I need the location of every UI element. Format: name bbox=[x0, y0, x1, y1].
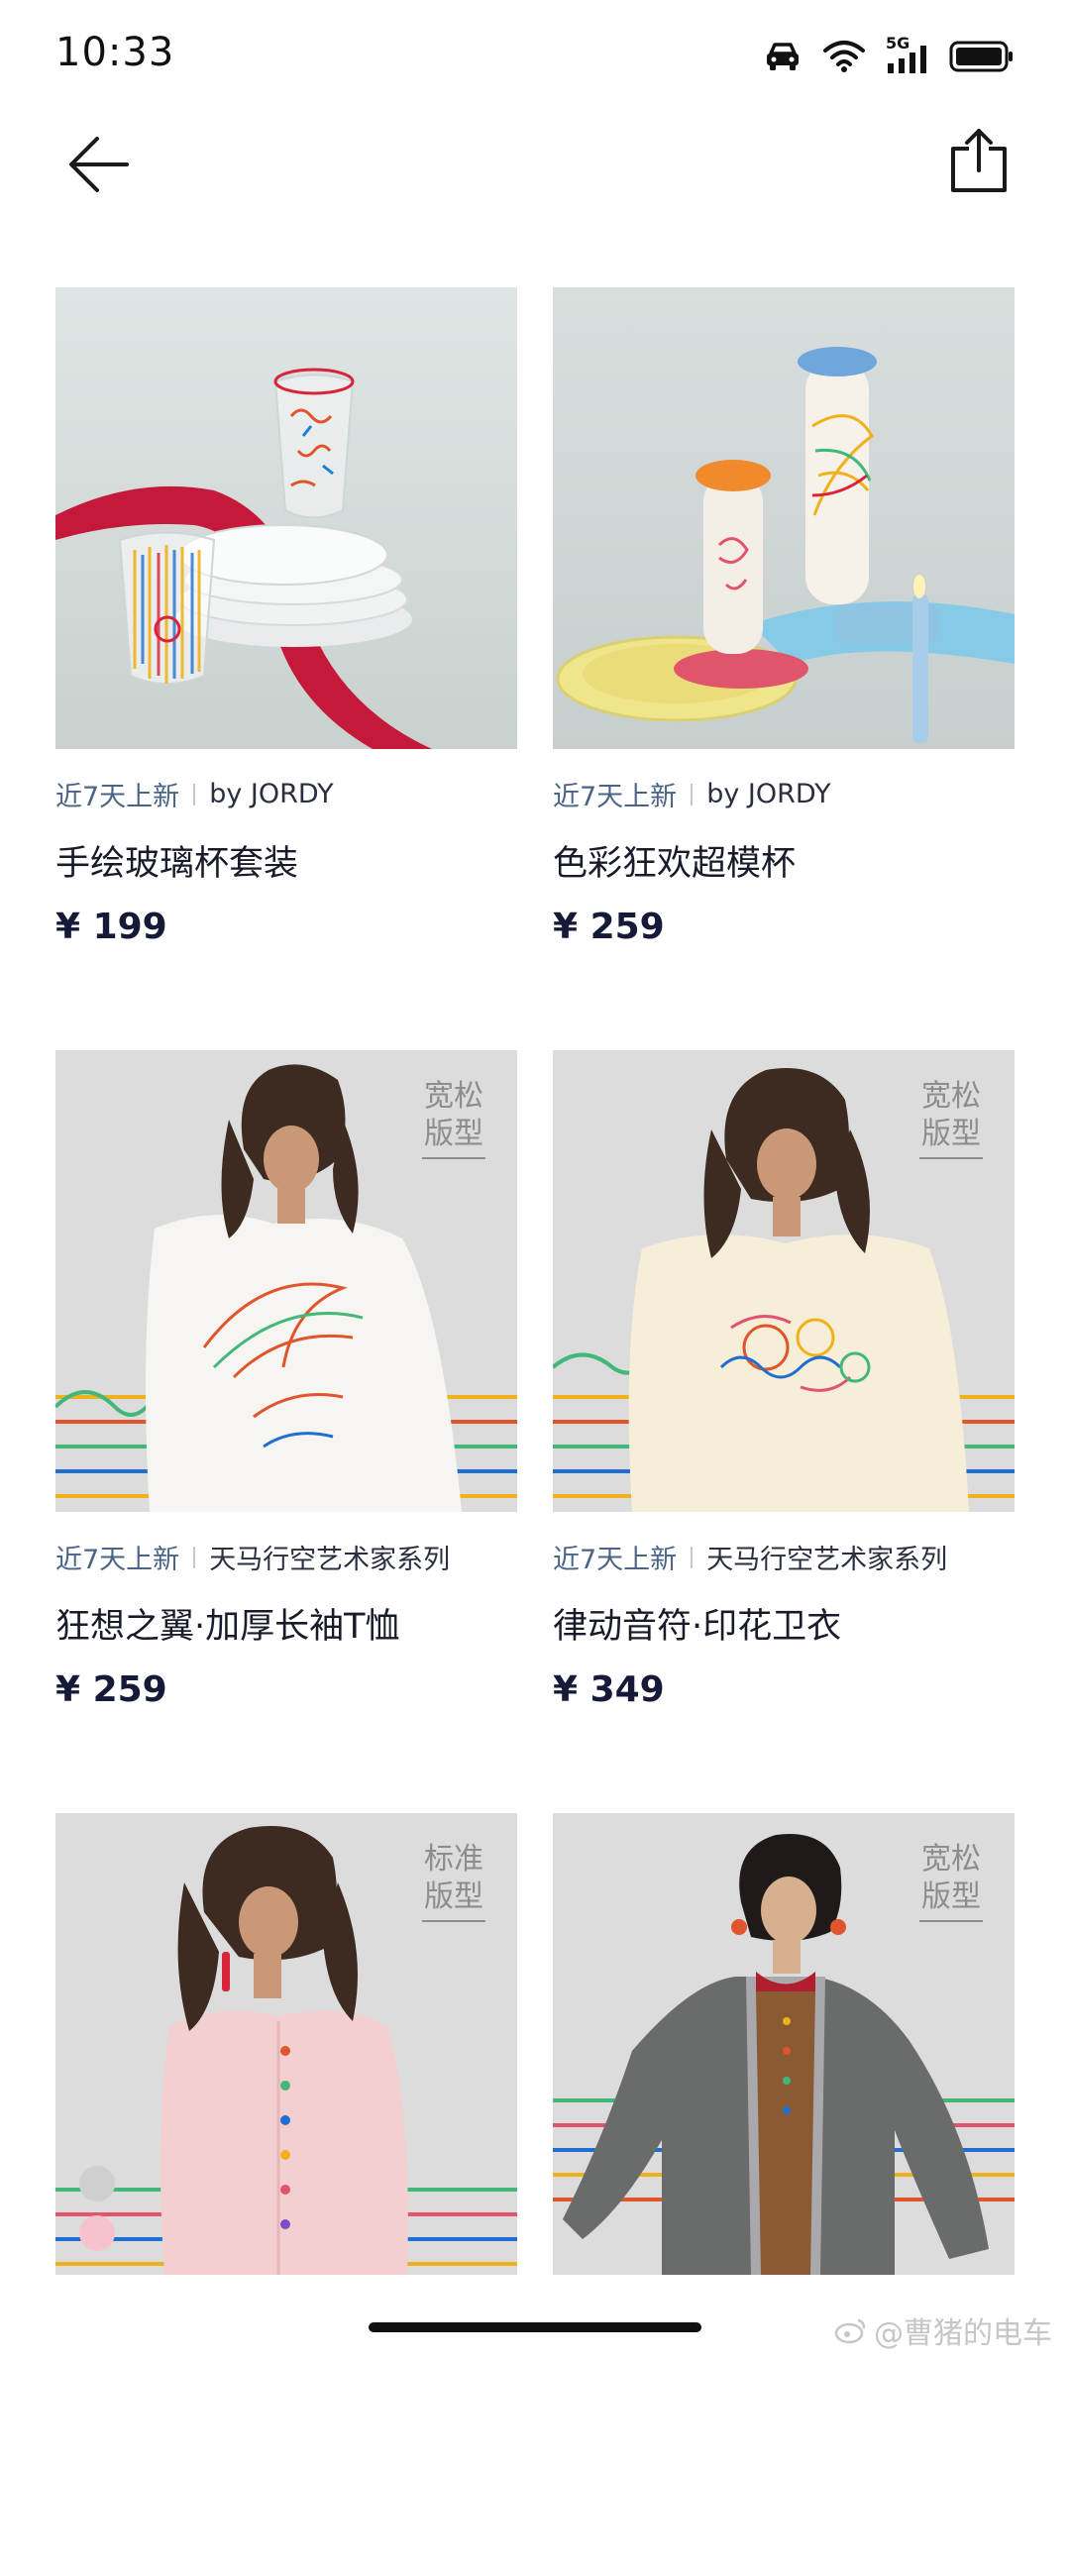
arrow-left-icon bbox=[69, 137, 129, 192]
product-series: by JORDY bbox=[706, 779, 831, 809]
product-image-color-bottles[interactable] bbox=[553, 287, 1015, 749]
home-indicator[interactable] bbox=[369, 2322, 701, 2332]
back-button[interactable] bbox=[59, 125, 139, 204]
product-meta: 近7天上新 by JORDY bbox=[553, 775, 831, 813]
share-icon bbox=[951, 129, 1007, 192]
product-name: 色彩狂欢超模杯 bbox=[553, 844, 797, 884]
color-swatch-grey[interactable] bbox=[79, 2166, 115, 2201]
product-grid: 近7天上新 by JORDY 手绘玻璃杯套装 ¥ 199 近7天上新 by JO… bbox=[55, 287, 1015, 2576]
watermark-text: @曹猪的电车 bbox=[874, 2316, 1052, 2351]
product-series: by JORDY bbox=[209, 779, 334, 809]
product-name: 律动音符·印花卫衣 bbox=[553, 1607, 842, 1647]
fit-badge: 宽松版型 bbox=[919, 1841, 983, 1922]
meta-divider bbox=[193, 1546, 196, 1568]
new-arrival-tag: 近7天上新 bbox=[55, 1545, 180, 1575]
wifi-icon bbox=[823, 41, 865, 72]
product-series: 天马行空艺术家系列 bbox=[209, 1545, 451, 1575]
signal-icon: 5G bbox=[886, 34, 929, 75]
product-image-pink-cardigan[interactable]: 标准版型 bbox=[55, 1813, 517, 2275]
product-card[interactable]: 近7天上新 by JORDY 手绘玻璃杯套装 ¥ 199 bbox=[55, 287, 517, 1050]
product-card[interactable]: 宽松版型 近7天上新 天马行空艺术家系列 律动音符·印花卫衣 ¥ 349 bbox=[553, 1050, 1015, 1813]
product-name: 狂想之翼·加厚长袖T恤 bbox=[55, 1607, 400, 1647]
battery-icon bbox=[949, 41, 1013, 72]
meta-divider bbox=[691, 783, 694, 805]
product-series: 天马行空艺术家系列 bbox=[706, 1545, 948, 1575]
product-image-white-tee[interactable]: 宽松版型 bbox=[55, 1050, 517, 1512]
product-image-grey-blazer[interactable]: 宽松版型 bbox=[553, 1813, 1015, 2275]
product-price: ¥ 199 bbox=[55, 907, 167, 947]
product-name: 手绘玻璃杯套装 bbox=[55, 844, 299, 884]
status-bar: 10:33 5G bbox=[0, 0, 1070, 119]
product-meta: 近7天上新 天马行空艺术家系列 bbox=[553, 1538, 947, 1576]
product-meta: 近7天上新 by JORDY bbox=[55, 775, 334, 813]
fit-badge: 宽松版型 bbox=[919, 1078, 983, 1159]
product-price: ¥ 259 bbox=[553, 907, 665, 947]
product-meta: 近7天上新 天马行空艺术家系列 bbox=[55, 1538, 450, 1576]
new-arrival-tag: 近7天上新 bbox=[553, 1545, 678, 1575]
nav-bar bbox=[0, 119, 1070, 277]
product-price: ¥ 349 bbox=[553, 1669, 665, 1710]
product-card[interactable]: 标准版型 bbox=[55, 1813, 517, 2576]
product-card[interactable]: 近7天上新 by JORDY 色彩狂欢超模杯 ¥ 259 bbox=[553, 287, 1015, 1050]
fit-badge: 宽松版型 bbox=[422, 1078, 485, 1159]
product-image-cream-sweatshirt[interactable]: 宽松版型 bbox=[553, 1050, 1015, 1512]
product-card[interactable]: 宽松版型 bbox=[553, 1813, 1015, 2576]
status-time: 10:33 bbox=[55, 30, 175, 75]
car-icon bbox=[767, 43, 799, 70]
color-swatch-pink[interactable] bbox=[79, 2215, 115, 2251]
meta-divider bbox=[193, 783, 196, 805]
share-button[interactable] bbox=[939, 121, 1018, 200]
watermark: @曹猪的电车 bbox=[834, 2308, 1052, 2352]
new-arrival-tag: 近7天上新 bbox=[553, 782, 678, 812]
meta-divider bbox=[691, 1546, 694, 1568]
color-swatches bbox=[79, 2166, 115, 2251]
new-arrival-tag: 近7天上新 bbox=[55, 782, 180, 812]
product-card[interactable]: 宽松版型 近7天上新 天马行空艺术家系列 狂想之翼·加厚长袖T恤 ¥ 259 bbox=[55, 1050, 517, 1813]
weibo-icon bbox=[834, 2318, 866, 2344]
product-price: ¥ 259 bbox=[55, 1669, 167, 1710]
status-icons: 5G bbox=[763, 34, 1015, 75]
product-image-glass-cups[interactable] bbox=[55, 287, 517, 749]
fit-badge: 标准版型 bbox=[422, 1841, 485, 1922]
